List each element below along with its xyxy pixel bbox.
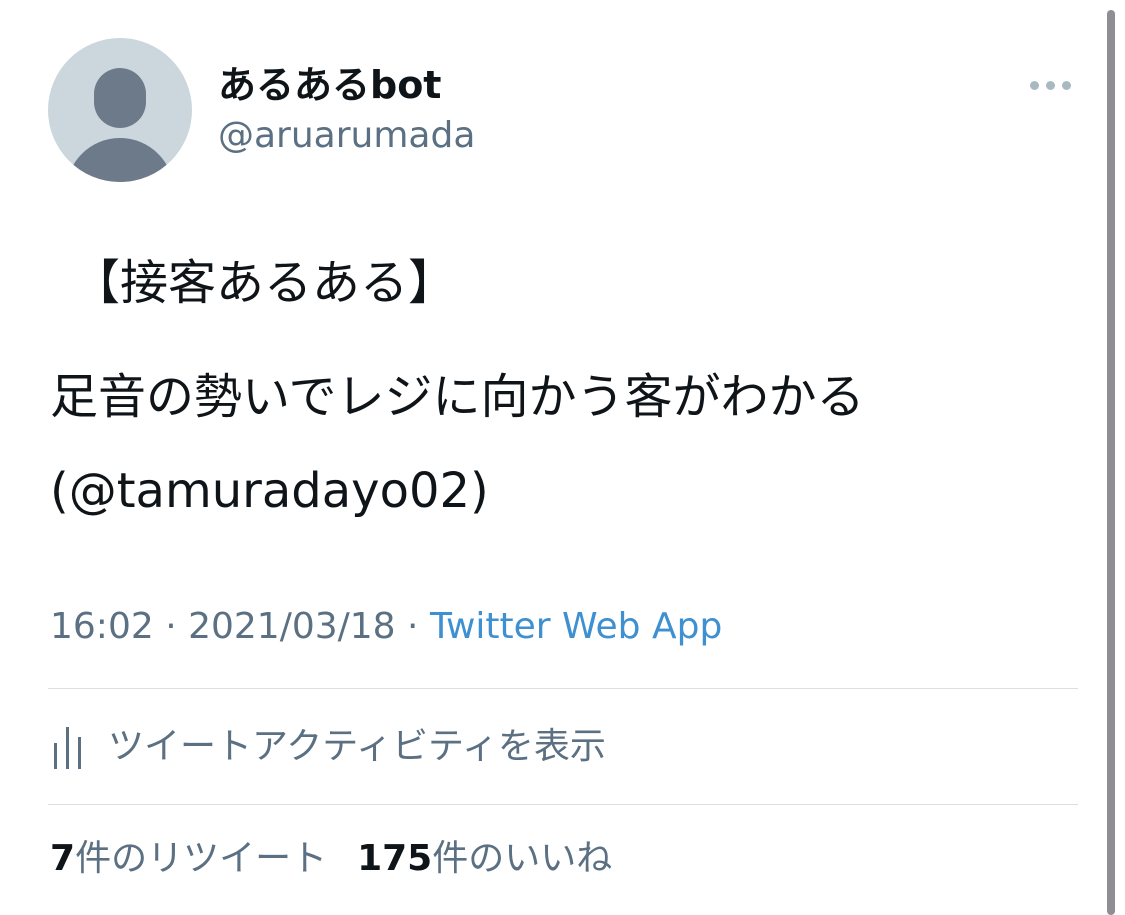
avatar[interactable]: [48, 38, 192, 182]
like-count: 175: [357, 838, 433, 879]
view-activity-button[interactable]: ツイートアクティビティを表示: [50, 720, 606, 774]
tweet-text-line: 【接客あるある】: [72, 255, 457, 311]
user-handle[interactable]: @aruarumada: [218, 114, 475, 158]
tweet-date[interactable]: 2021/03/18: [188, 606, 396, 647]
tweet-detail: あるあるbot @aruarumada 【接客あるある】 足音の勢いでレジに向か…: [0, 0, 1105, 915]
more-dots-icon[interactable]: [1022, 68, 1078, 102]
tweet-meta: 16:02 · 2021/03/18 · Twitter Web App: [50, 604, 722, 650]
scrollbar[interactable]: [1107, 10, 1115, 915]
tweet-time[interactable]: 16:02: [50, 606, 154, 647]
avatar-head-shape: [94, 68, 146, 128]
tweet-text-line: (@tamuradayo02): [50, 463, 489, 519]
display-name[interactable]: あるあるbot: [218, 62, 441, 108]
view-activity-label: ツイートアクティビティを表示: [108, 726, 606, 767]
retweets-stat[interactable]: 7 件のリツイート: [50, 836, 327, 882]
dot: [1045, 80, 1055, 90]
divider: [48, 804, 1078, 805]
meta-separator: ·: [153, 606, 189, 647]
likes-stat[interactable]: 175 件のいいね: [357, 836, 612, 882]
dot: [1029, 80, 1039, 90]
meta-separator: ·: [395, 606, 430, 647]
dot: [1061, 80, 1071, 90]
tweet-source-link[interactable]: Twitter Web App: [430, 606, 722, 647]
tweet-stats: 7 件のリツイート 175 件のいいね: [50, 836, 612, 882]
like-label: 件のいいね: [432, 838, 613, 879]
bar-chart-icon: [54, 727, 81, 769]
retweet-count: 7: [50, 838, 76, 879]
tweet-text-line: 足音の勢いでレジに向かう客がわかる: [50, 369, 865, 425]
avatar-body-shape: [66, 138, 174, 182]
retweet-label: 件のリツイート: [75, 838, 328, 879]
divider: [48, 688, 1078, 689]
